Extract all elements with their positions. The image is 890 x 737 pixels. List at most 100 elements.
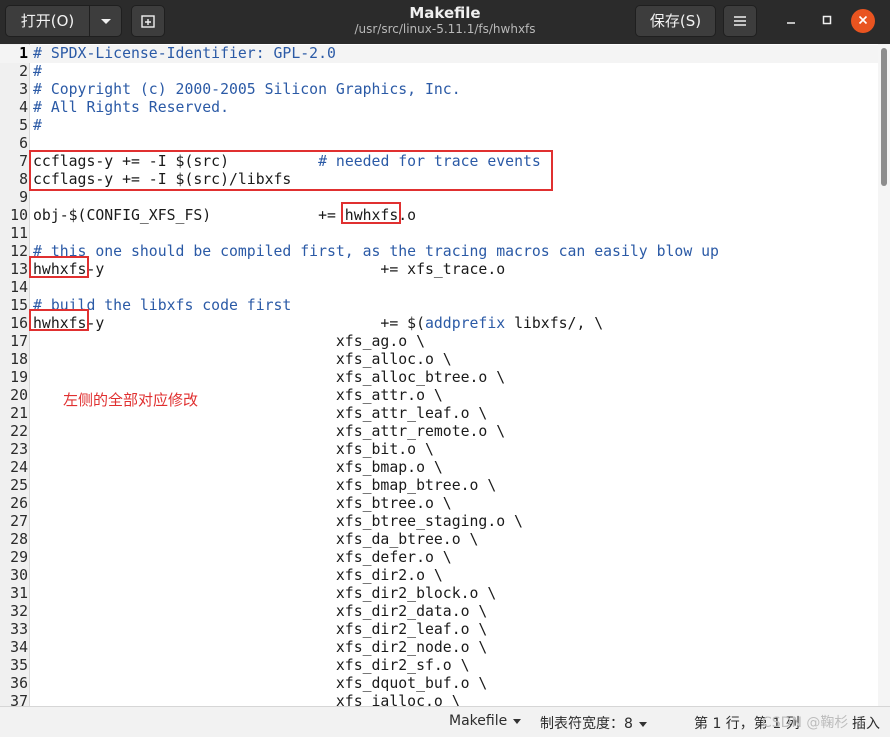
code-line[interactable]: 26 xfs_btree.o \ [0,495,880,513]
line-number: 36 [10,675,28,692]
line-number: 22 [10,423,28,440]
line-number: 33 [10,621,28,638]
open-recent-dropdown-button[interactable] [89,5,122,37]
line-number: 18 [10,351,28,368]
minimize-button[interactable] [779,9,803,33]
code-text: xfs_bit.o \ [33,441,434,458]
line-number: 31 [10,585,28,602]
line-number: 11 [10,225,28,242]
line-text: hwhxfs-y += $(addprefix libxfs/, \ [33,315,603,333]
highlight-hwhxfs-line13 [29,256,89,278]
code-text: xfs_dir2_node.o \ [33,639,488,656]
line-number: 2 [19,63,28,80]
code-line[interactable]: 4 # All Rights Reserved. [0,99,880,117]
code-line[interactable]: 5 # [0,117,880,135]
code-line[interactable]: 31 xfs_dir2_block.o \ [0,585,880,603]
line-text: # SPDX-License-Identifier: GPL-2.0 [33,45,336,63]
highlight-ccflags [29,150,553,191]
minimize-icon [787,22,795,24]
line-text: xfs_dir2_data.o \ [33,603,487,621]
code-text: xfs_dir2_leaf.o \ [33,621,488,638]
line-text: xfs_bmap.o \ [33,459,443,477]
tab-width-label: 制表符宽度：8 [540,716,633,732]
line-text: # [33,63,42,81]
code-line[interactable]: 29 xfs_defer.o \ [0,549,880,567]
new-tab-button[interactable] [131,5,165,37]
line-text: xfs_alloc.o \ [33,351,452,369]
code-text: xfs_dir2_data.o \ [33,603,488,620]
vertical-scrollbar[interactable] [878,44,890,706]
line-number: 35 [10,657,28,674]
line-text: xfs_dir2_leaf.o \ [33,621,487,639]
save-button[interactable]: 保存(S) [635,5,716,37]
code-text: xfs_btree.o \ [33,495,452,512]
hamburger-menu-icon [734,16,746,26]
close-button[interactable] [851,9,875,33]
code-text: xfs_dir2_sf.o \ [33,657,470,674]
line-text: # [33,117,42,135]
line-number: 21 [10,405,28,422]
code-line[interactable]: 28 xfs_da_btree.o \ [0,531,880,549]
line-text: xfs_attr_remote.o \ [33,423,505,441]
language-selector[interactable]: Makefile [449,713,522,729]
chevron-down-icon [513,718,522,724]
line-number: 25 [10,477,28,494]
code-line[interactable]: 3 # Copyright (c) 2000-2005 Silicon Graph… [0,81,880,99]
code-line[interactable]: 13 hwhxfs-y += xfs_trace.o [0,261,880,279]
line-number: 29 [10,549,28,566]
comment-text: # SPDX-License-Identifier: GPL-2.0 [33,45,336,62]
comment-text: # Copyright (c) 2000-2005 Silicon Graphi… [33,81,461,98]
code-line[interactable]: 14 [0,279,880,297]
code-text: xfs_dquot_buf.o \ [33,675,488,692]
code-line[interactable]: 2 # [0,63,880,81]
code-line[interactable]: 27 xfs_btree_staging.o \ [0,513,880,531]
code-line[interactable]: 17 xfs_ag.o \ [0,333,880,351]
line-number: 3 [19,81,28,98]
code-line[interactable]: 32 xfs_dir2_data.o \ [0,603,880,621]
annotation-note: 左侧的全部对应修改 [63,391,199,409]
line-number: 37 [10,693,28,706]
open-button[interactable]: 打开(O) [5,5,90,37]
scrollbar-thumb[interactable] [881,48,887,186]
code-line[interactable]: 35 xfs_dir2_sf.o \ [0,657,880,675]
line-text: xfs_dir2.o \ [33,567,443,585]
line-number: 14 [10,279,28,296]
code-line[interactable]: 33 xfs_dir2_leaf.o \ [0,621,880,639]
maximize-icon [822,15,832,25]
menu-button[interactable] [723,5,757,37]
code-line[interactable]: 12 # this one should be compiled first, a… [0,243,880,261]
code-line[interactable]: 23 xfs_bit.o \ [0,441,880,459]
line-text: xfs_bit.o \ [33,441,434,459]
code-line[interactable]: 19 xfs_alloc_btree.o \ [0,369,880,387]
code-line[interactable]: 34 xfs_dir2_node.o \ [0,639,880,657]
code-line[interactable]: 1 # SPDX-License-Identifier: GPL-2.0 [0,45,880,63]
code-line[interactable]: 30 xfs_dir2.o \ [0,567,880,585]
code-line[interactable]: 22 xfs_attr_remote.o \ [0,423,880,441]
close-icon [858,15,868,25]
code-text: xfs_attr_remote.o \ [33,423,506,440]
code-line[interactable]: 25 xfs_bmap_btree.o \ [0,477,880,495]
maximize-button[interactable] [815,9,839,33]
code-line[interactable]: 36 xfs_dquot_buf.o \ [0,675,880,693]
code-line[interactable]: 18 xfs_alloc.o \ [0,351,880,369]
code-line[interactable]: 15 # build the libxfs code first [0,297,880,315]
code-line[interactable]: 11 [0,225,880,243]
code-text: libxfs/, \ [505,315,604,332]
line-number: 9 [19,189,28,206]
insert-mode[interactable]: 插入 [852,713,880,733]
line-text: xfs_btree_staging.o \ [33,513,523,531]
code-line[interactable]: 16 hwhxfs-y += $(addprefix libxfs/, \ [0,315,880,333]
line-text: xfs_defer.o \ [33,549,452,567]
line-text: # All Rights Reserved. [33,99,229,117]
text-editor[interactable]: 1 # SPDX-License-Identifier: GPL-2.0 2 #3 # … [0,44,890,706]
line-number: 13 [10,261,28,278]
code-text: xfs_da_btree.o \ [33,531,479,548]
tab-width-selector[interactable]: 制表符宽度：8 [540,713,647,733]
code-text: xfs_bmap.o \ [33,459,443,476]
code-line[interactable]: 24 xfs_bmap.o \ [0,459,880,477]
code-line[interactable]: 9 [0,189,880,207]
code-line[interactable]: 10 obj-$(CONFIG_XFS_FS) += hwhxfs.o [0,207,880,225]
line-number: 12 [10,243,28,260]
code-line[interactable]: 37 xfs_ialloc.o \ [0,693,880,706]
line-number: 16 [10,315,28,332]
